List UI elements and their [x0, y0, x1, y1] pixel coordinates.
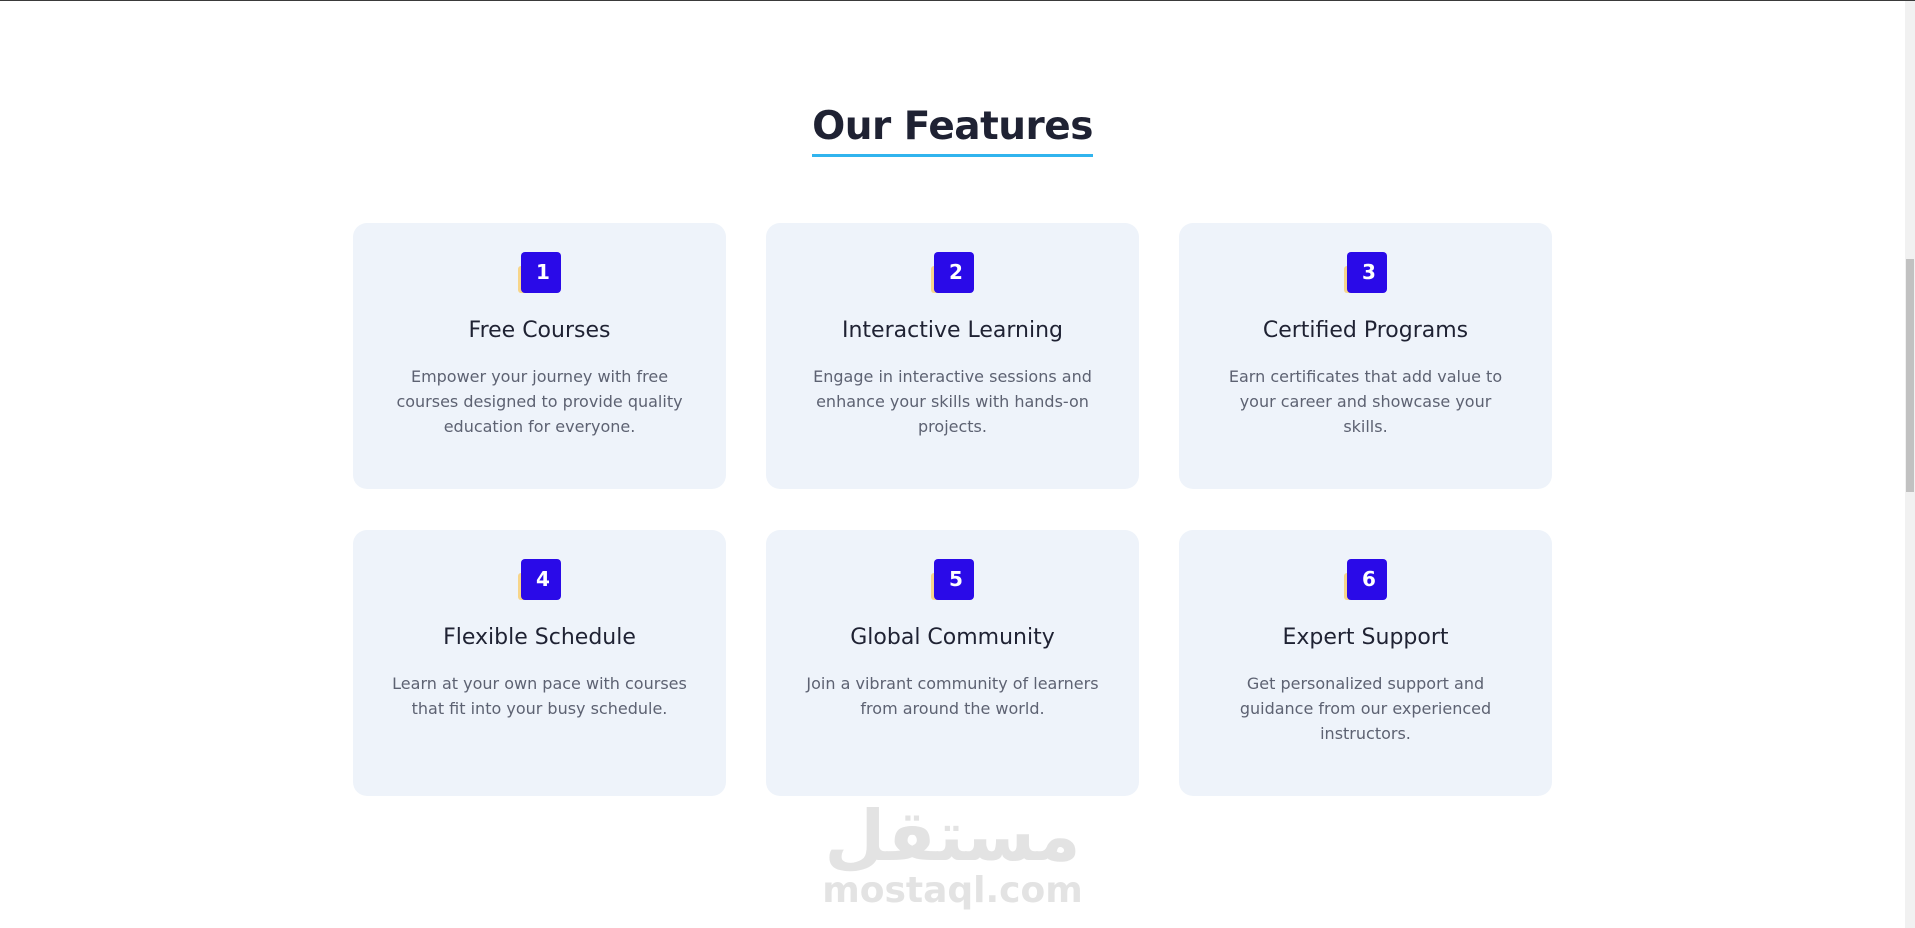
feature-card: 6 Expert Support Get personalized suppor… — [1179, 530, 1552, 796]
feature-description: Earn certificates that add value to your… — [1228, 366, 1503, 436]
feature-card: 1 Free Courses Empower your journey with… — [353, 223, 726, 489]
feature-title: Global Community — [850, 625, 1055, 650]
feature-title: Flexible Schedule — [443, 625, 636, 650]
badge-number: 3 — [1347, 252, 1387, 293]
mostaql-watermark: مستقل mostaql.com — [0, 801, 1905, 911]
feature-card: 5 Global Community Join a vibrant commun… — [766, 530, 1139, 796]
feature-title: Certified Programs — [1262, 318, 1469, 343]
number-badge: 5 — [931, 559, 974, 600]
page: Our Features 1 Free Courses Empower your… — [0, 0, 1915, 928]
number-badge: 4 — [518, 559, 561, 600]
number-badge: 3 — [1344, 252, 1387, 293]
badge-number: 6 — [1347, 559, 1387, 600]
section-title: Our Features — [812, 104, 1093, 157]
feature-card: 3 Certified Programs Earn certificates t… — [1179, 223, 1552, 489]
vertical-scrollbar[interactable] — [1905, 1, 1915, 928]
feature-description: Empower your journey with free courses d… — [396, 366, 683, 436]
feature-card: 4 Flexible Schedule Learn at your own pa… — [353, 530, 726, 796]
section-heading-wrapper: Our Features — [0, 104, 1905, 157]
badge-number: 5 — [934, 559, 974, 600]
number-badge: 6 — [1344, 559, 1387, 600]
badge-number: 1 — [521, 252, 561, 293]
feature-description: Engage in interactive sessions and enhan… — [813, 366, 1092, 436]
scrollbar-thumb[interactable] — [1906, 259, 1914, 492]
watermark-domain: mostaql.com — [822, 870, 1083, 911]
feature-title: Expert Support — [1282, 625, 1449, 650]
feature-card: 2 Interactive Learning Engage in interac… — [766, 223, 1139, 489]
feature-description: Learn at your own pace with courses that… — [392, 673, 687, 718]
number-badge: 2 — [931, 252, 974, 293]
badge-number: 2 — [934, 252, 974, 293]
number-badge: 1 — [518, 252, 561, 293]
features-grid: 1 Free Courses Empower your journey with… — [353, 223, 1553, 796]
feature-description: Join a vibrant community of learners fro… — [806, 673, 1099, 718]
feature-title: Free Courses — [468, 318, 611, 343]
feature-description: Get personalized support and guidance fr… — [1239, 673, 1492, 743]
badge-number: 4 — [521, 559, 561, 600]
watermark-arabic-logo: مستقل — [824, 795, 1081, 877]
feature-title: Interactive Learning — [841, 318, 1063, 343]
